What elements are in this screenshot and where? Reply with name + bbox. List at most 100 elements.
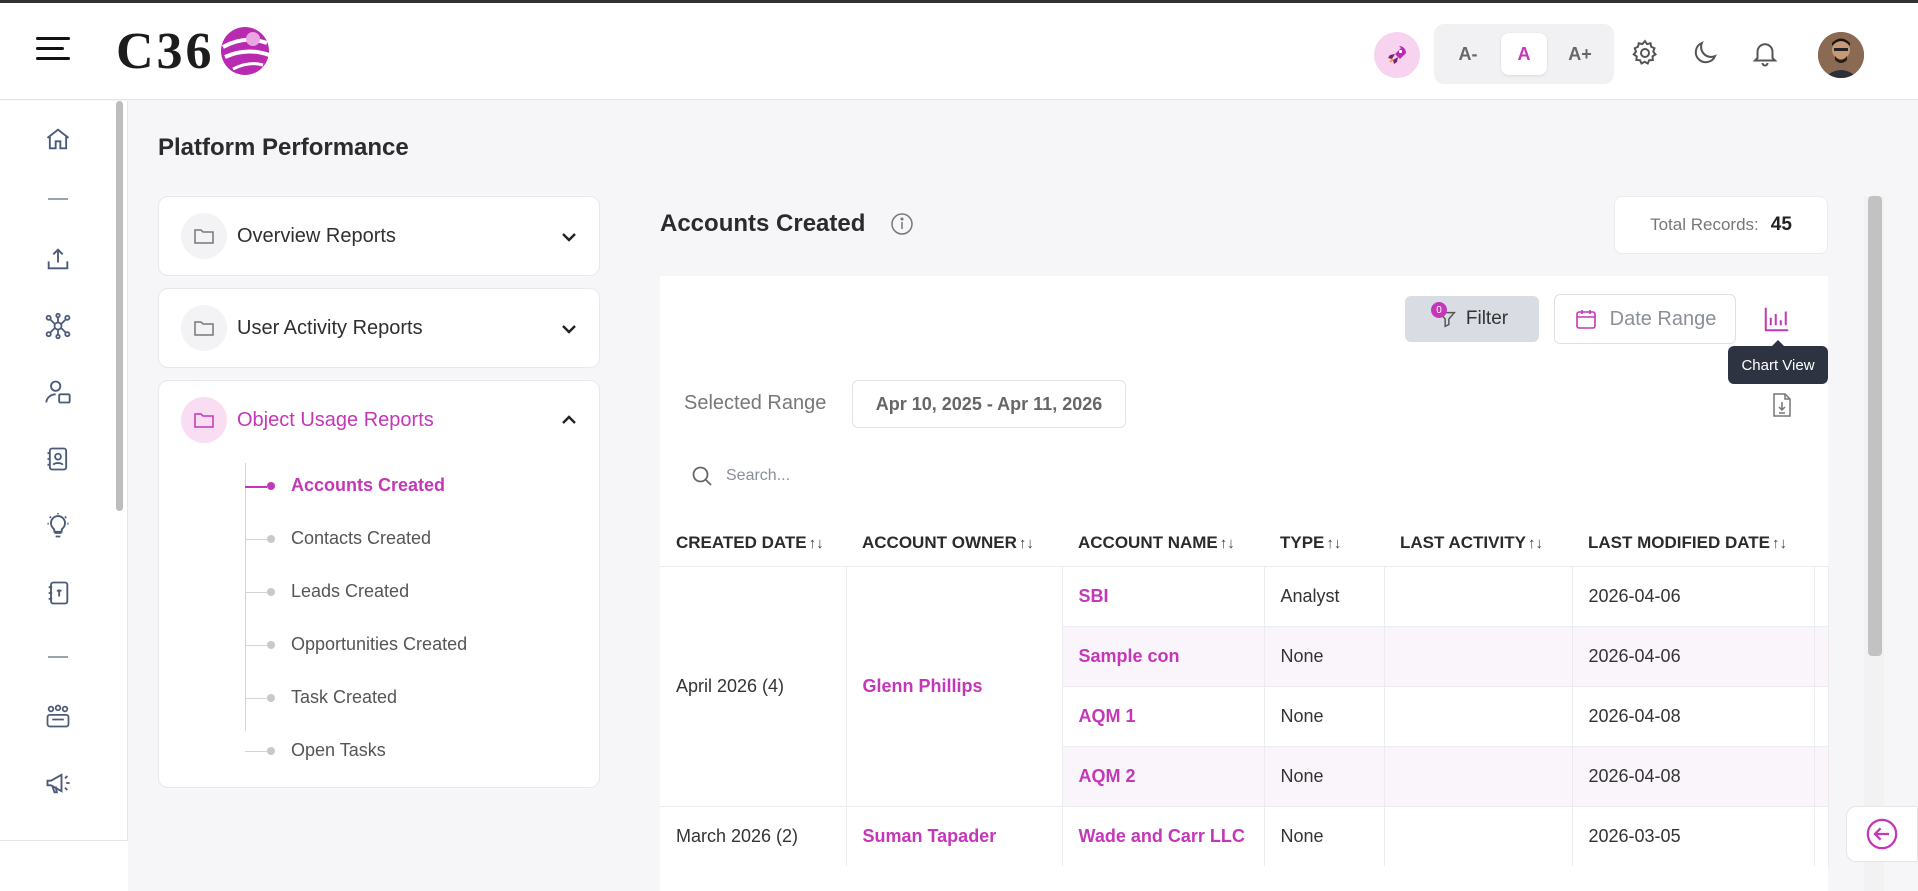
user-group-icon[interactable] [40, 374, 76, 410]
account-name-link[interactable]: AQM 1 [1062, 685, 1265, 746]
total-records-label: Total Records: [1650, 215, 1759, 234]
report-item-leads-created[interactable]: Leads Created [159, 565, 599, 618]
column-header-account-owner[interactable]: ACCOUNT OWNER ↑↓ [846, 520, 1062, 566]
report-item-open-tasks[interactable]: Open Tasks [159, 724, 599, 777]
last-activity-cell [1384, 685, 1573, 746]
account-name-link[interactable]: SBI [1062, 565, 1265, 626]
chart-view-tooltip: Chart View [1728, 340, 1828, 384]
lightbulb-icon[interactable] [40, 508, 76, 544]
chevron-down-icon[interactable] [559, 226, 579, 246]
selected-range-value: Apr 10, 2025 - Apr 11, 2026 [852, 380, 1126, 428]
selected-range-label: Selected Range [684, 392, 827, 414]
column-header-account-name[interactable]: ACCOUNT NAME ↑↓ [1062, 520, 1264, 566]
dark-mode-moon-icon[interactable] [1688, 36, 1722, 70]
report-item-label: Opportunities Created [291, 634, 468, 654]
collapse-panel-button[interactable] [1846, 806, 1918, 862]
filter-button[interactable]: 0 Filter [1405, 296, 1539, 342]
team-icon[interactable] [40, 698, 76, 734]
accounts-table: CREATED DATE ↑↓ ACCOUNT OWNER ↑↓ ACCOUNT N… [660, 520, 1829, 866]
scrollbar-thumb[interactable] [1868, 196, 1882, 656]
menu-toggle-icon[interactable] [36, 37, 70, 67]
settings-gear-icon[interactable] [1628, 36, 1662, 70]
content-scrollbar[interactable] [1864, 196, 1884, 891]
account-owner-link[interactable]: Glenn Phillips [846, 565, 1063, 806]
font-default-button[interactable]: A [1501, 33, 1547, 75]
created-date-cell: March 2026 (2) [660, 805, 847, 866]
contact-card-icon[interactable] [40, 441, 76, 477]
report-item-opportunities-created[interactable]: Opportunities Created [159, 618, 599, 671]
info-icon[interactable] [890, 212, 914, 236]
date-range-button[interactable]: Date Range [1554, 294, 1736, 344]
rocket-icon[interactable] [1374, 32, 1420, 78]
export-file-icon[interactable] [1770, 392, 1794, 418]
report-panel: 0 Filter Date Range Chart View Selected … [660, 276, 1829, 891]
type-cell: None [1264, 685, 1385, 746]
network-icon[interactable] [40, 308, 76, 344]
type-cell: None [1264, 805, 1385, 866]
accordion-label: Object Usage Reports [237, 408, 434, 431]
app-header: C36 A- A A+ [0, 3, 1918, 100]
column-header-created-date[interactable]: CREATED DATE ↑↓ [660, 520, 846, 566]
report-item-label: Accounts Created [291, 475, 446, 495]
total-records-box: Total Records: 45 [1614, 196, 1828, 254]
chart-view-icon[interactable] [1762, 304, 1792, 334]
accordion-user-activity-reports[interactable]: User Activity Reports [158, 288, 600, 368]
chevron-down-icon[interactable] [559, 318, 579, 338]
sidebar-scrollbar[interactable] [116, 101, 123, 511]
last-activity-cell [1384, 805, 1573, 866]
account-owner-link[interactable]: Suman Tapader [846, 805, 1063, 866]
type-cell: None [1264, 625, 1385, 686]
column-header-last-modified-date[interactable]: LAST MODIFIED DATE ↑↓ [1572, 520, 1814, 566]
last-activity-cell [1384, 745, 1573, 806]
type-cell: None [1264, 745, 1385, 806]
font-decrease-button[interactable]: A- [1445, 33, 1491, 75]
report-item-task-created[interactable]: Task Created [159, 671, 599, 724]
accordion-label: Overview Reports [237, 224, 396, 247]
left-sidebar [0, 101, 128, 891]
last-modified-cell: 2026-04-08 [1572, 685, 1815, 746]
accordion-header[interactable]: Object Usage Reports [159, 381, 599, 459]
folder-icon [181, 397, 227, 443]
upload-icon[interactable] [40, 241, 76, 277]
search-input[interactable] [726, 467, 1126, 485]
arrow-left-circle-icon [1866, 818, 1898, 850]
accordion-overview-reports[interactable]: Overview Reports [158, 196, 600, 276]
notifications-bell-icon[interactable] [1748, 36, 1782, 70]
last-modified-cell: 2026-03-05 [1572, 805, 1815, 866]
report-item-label: Open Tasks [291, 740, 386, 760]
user-avatar[interactable] [1818, 32, 1864, 78]
accordion-label: User Activity Reports [237, 316, 423, 339]
filter-label: Filter [1465, 308, 1509, 329]
last-activity-cell [1384, 565, 1573, 626]
table-header-row: CREATED DATE ↑↓ ACCOUNT OWNER ↑↓ ACCOUNT N… [660, 520, 1828, 566]
account-name-link[interactable]: Sample con [1062, 625, 1265, 686]
date-range-label: Date Range [1609, 307, 1717, 330]
home-icon[interactable] [40, 121, 76, 157]
logo-globe-icon [220, 27, 270, 75]
table-row: April 2026 (4) Glenn Phillips SBI Analys… [660, 565, 1829, 806]
app-logo[interactable]: C36 [116, 21, 271, 81]
report-item-accounts-created[interactable]: Accounts Created [159, 459, 599, 512]
accordion-header[interactable]: User Activity Reports [159, 289, 599, 367]
megaphone-icon[interactable] [40, 765, 76, 801]
sidebar-footer [0, 840, 128, 891]
column-header-last-activity[interactable]: LAST ACTIVITY ↑↓ [1384, 520, 1572, 566]
table-row: March 2026 (2) Suman Tapader Wade and Ca… [660, 805, 1829, 866]
chevron-up-icon[interactable] [559, 410, 579, 430]
address-book-icon[interactable] [40, 575, 76, 611]
search-bar [660, 448, 1828, 504]
report-submenu: Accounts Created Contacts Created Leads … [159, 459, 599, 787]
page-title: Platform Performance [158, 134, 409, 161]
account-name-link[interactable]: AQM 2 [1062, 745, 1265, 806]
logo-text: C36 [116, 22, 215, 80]
account-name-link[interactable]: Wade and Carr LLC [1062, 805, 1265, 866]
column-header-type[interactable]: TYPE ↑↓ [1264, 520, 1384, 566]
calendar-icon [1575, 310, 1596, 329]
report-item-label: Leads Created [291, 581, 410, 601]
font-increase-button[interactable]: A+ [1557, 33, 1603, 75]
last-modified-cell: 2026-04-06 [1572, 565, 1815, 626]
report-item-contacts-created[interactable]: Contacts Created [159, 512, 599, 565]
accordion-header[interactable]: Overview Reports [159, 197, 599, 275]
report-item-label: Contacts Created [291, 528, 432, 548]
accordion-object-usage-reports[interactable]: Object Usage Reports Accounts Created Co… [158, 380, 600, 788]
